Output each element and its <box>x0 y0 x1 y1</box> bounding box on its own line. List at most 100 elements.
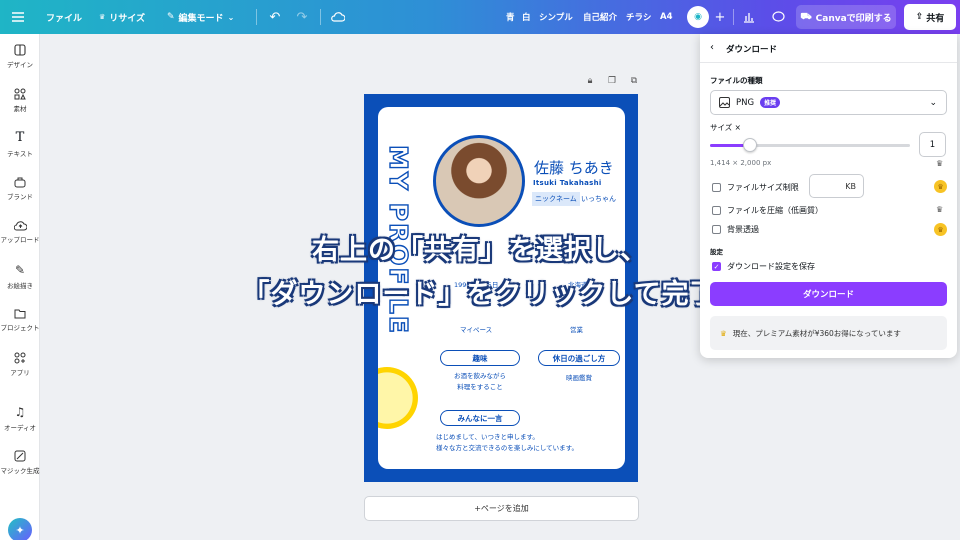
size-value: 1 <box>929 139 936 150</box>
add-page-button[interactable]: +ページを追加 <box>364 496 639 521</box>
menu-button[interactable] <box>12 0 24 34</box>
transparent-bg-option[interactable]: 背景透過 <box>712 224 759 235</box>
edit-mode-button[interactable]: ✎ 編集モード ⌄ <box>167 0 234 34</box>
hamburger-icon <box>12 12 24 22</box>
file-type-label: ファイルの種類 <box>710 76 763 85</box>
sidebar-item-label: デザイン <box>7 60 33 69</box>
shapes-icon <box>14 88 26 99</box>
comment-button[interactable] <box>766 5 790 29</box>
file-menu[interactable]: ファイル <box>46 0 82 34</box>
sidebar-item-audio[interactable]: ♫ オーディオ <box>0 398 40 438</box>
sidebar-item-magic[interactable]: マジック生成 <box>0 442 40 482</box>
separator <box>256 9 257 25</box>
magic-icon <box>14 450 26 461</box>
lock-icon[interactable]: 🔒︎ <box>579 76 601 86</box>
insights-button[interactable] <box>737 5 761 29</box>
tag-1[interactable]: 青 <box>506 0 515 34</box>
sidebar-item-brand[interactable]: ブランド <box>0 168 40 208</box>
promo-text: 現在、プレミアム素材が¥360お得になっています <box>732 328 901 338</box>
message-label: みんなに一言 <box>440 410 520 426</box>
tag-4[interactable]: 自己紹介 <box>583 0 617 34</box>
compress-option[interactable]: ファイルを圧縮（低画質） <box>712 205 823 216</box>
profile-photo <box>433 135 525 227</box>
user-avatar[interactable]: ◉ <box>687 6 709 28</box>
duplicate-icon[interactable]: ❐ <box>601 76 623 86</box>
separator <box>320 9 321 25</box>
tag-2[interactable]: 白 <box>522 0 531 34</box>
recommended-badge: 推奨 <box>760 97 781 108</box>
undo-button[interactable]: ↶ <box>263 5 287 29</box>
hobby-label: 趣味 <box>440 350 520 366</box>
tag-label: 青 <box>506 13 515 23</box>
file-size-limit-checkbox[interactable] <box>712 183 721 192</box>
file-size-limit-option[interactable]: ファイルサイズ制限 <box>712 182 799 193</box>
print-button[interactable]: ⛟ Canvaで印刷する <box>796 5 896 29</box>
profile-roman-name: Itsuki Takahashi <box>533 179 602 187</box>
brand-icon <box>14 177 26 187</box>
premium-promo[interactable]: ♛ 現在、プレミアム素材が¥360お得になっています <box>710 316 947 350</box>
compress-label: ファイルを圧縮（低画質） <box>727 206 823 215</box>
sidebar-item-elements[interactable]: 素材 <box>0 80 40 120</box>
chevron-down-icon: ⌄ <box>227 12 235 22</box>
share-button[interactable]: ⇪ 共有 <box>904 4 956 30</box>
sidebar-item-text[interactable]: T テキスト <box>0 124 40 164</box>
tag-6[interactable]: A4 <box>660 0 673 34</box>
kb-unit: KB <box>845 181 856 191</box>
save-settings-checkbox[interactable]: ✓ <box>712 262 721 271</box>
cloud-save-button[interactable] <box>326 5 350 29</box>
settings-label: 設定 <box>710 248 723 256</box>
sidebar-item-label: アプリ <box>10 368 30 377</box>
sidebar-item-label: 素材 <box>13 104 27 113</box>
file-type-select[interactable]: PNG 推奨 ⌄ <box>710 90 947 115</box>
cloud-icon <box>331 12 345 22</box>
compress-checkbox[interactable] <box>712 206 721 215</box>
page-toolbar: 🔒︎ ❐ ⧉ <box>579 76 645 86</box>
comment-icon <box>771 11 785 22</box>
tag-5[interactable]: チラシ <box>626 0 651 34</box>
tag-3[interactable]: シンプル <box>539 0 573 34</box>
save-settings-option[interactable]: ✓ ダウンロード設定を保存 <box>712 261 815 272</box>
print-label: Canvaで印刷する <box>815 13 892 24</box>
profile-name: 佐藤 ちあき <box>534 159 614 177</box>
sidebar-item-apps[interactable]: アプリ <box>0 344 40 384</box>
message-value: はじめまして、いつきと申します。 様々な方と交流できるのを楽しみにしています。 <box>436 433 579 452</box>
tag-label: チラシ <box>626 13 652 23</box>
transparent-bg-checkbox[interactable] <box>712 225 721 234</box>
size-label: サイズ × <box>710 123 741 132</box>
back-icon[interactable]: ‹ <box>710 42 714 53</box>
crown-icon: ♛ <box>99 13 106 21</box>
apps-icon <box>14 352 26 363</box>
resize-button[interactable]: ♛ リサイズ <box>99 0 145 34</box>
kb-input[interactable]: KB <box>809 174 864 198</box>
download-button-label: ダウンロード <box>802 290 854 300</box>
music-icon: ♫ <box>14 404 26 419</box>
save-settings-label: ダウンロード設定を保存 <box>727 262 815 271</box>
chevron-down-icon: ⌄ <box>929 97 937 108</box>
undo-icon: ↶ <box>269 9 281 25</box>
share-label: 共有 <box>926 13 945 24</box>
dimensions-text: 1,414 × 2,000 px <box>710 159 772 167</box>
top-bar: ファイル ♛ リサイズ ✎ 編集モード ⌄ ↶ ↷ 青 白 シンプル 自己紹介 … <box>0 0 960 34</box>
redo-button[interactable]: ↷ <box>290 5 314 29</box>
size-slider-track[interactable] <box>710 144 910 147</box>
tag-label: 自己紹介 <box>583 13 618 23</box>
pencil-icon: ✎ <box>167 12 175 22</box>
add-collaborator-button[interactable]: + <box>708 5 732 29</box>
tag-label: シンプル <box>539 13 573 23</box>
add-page-icon[interactable]: ⧉ <box>623 76 645 86</box>
crown-icon: ♛ <box>936 159 944 168</box>
size-input[interactable]: 1 <box>919 132 946 157</box>
download-button[interactable]: ダウンロード <box>710 282 947 306</box>
bar-chart-icon <box>744 13 754 23</box>
sidebar-item-design[interactable]: デザイン <box>0 36 40 76</box>
holiday-value: 映画鑑賞 <box>566 374 592 382</box>
size-slider-handle[interactable] <box>743 138 757 152</box>
sidebar-item-label: オーディオ <box>3 423 37 432</box>
text-icon: T <box>15 130 25 145</box>
holiday-label: 休日の過ごし方 <box>538 350 620 366</box>
plus-icon: + <box>714 9 726 25</box>
edit-mode-label: 編集モード <box>178 13 224 24</box>
magic-assistant-button[interactable]: ✦ <box>8 518 32 540</box>
sidebar-item-label: ブランド <box>7 192 33 201</box>
sparkle-icon: ✦ <box>15 523 25 537</box>
